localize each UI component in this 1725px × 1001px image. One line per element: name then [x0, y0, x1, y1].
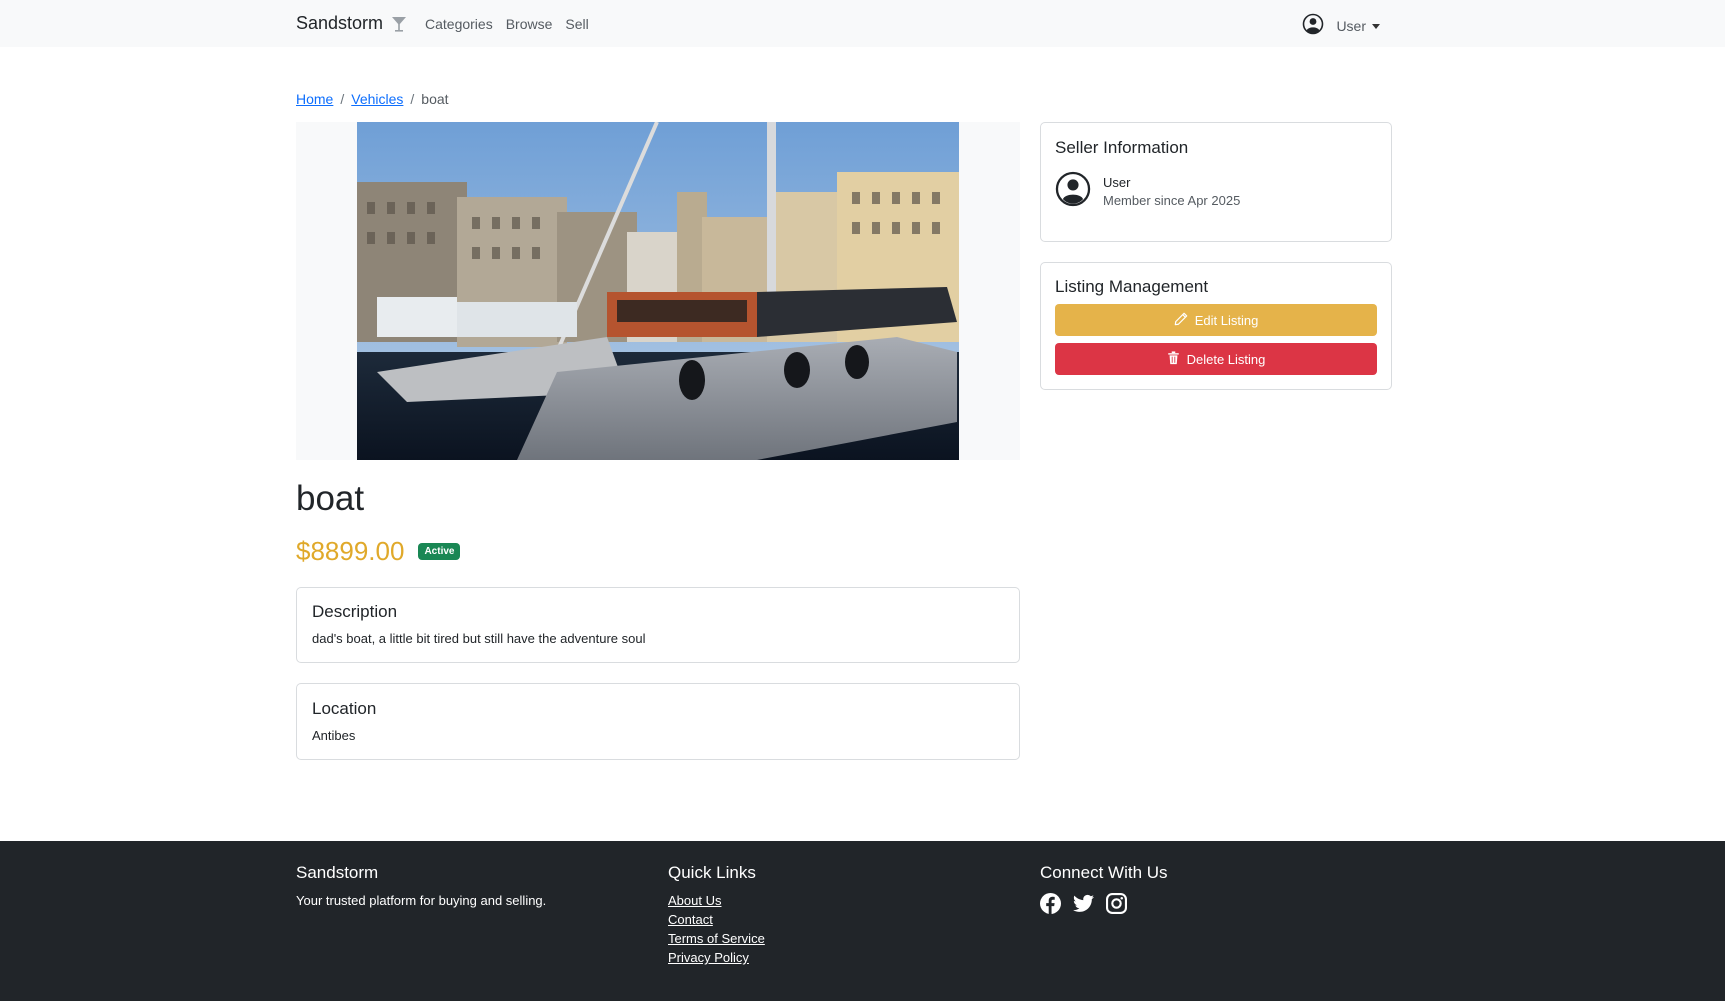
- location-text: Antibes: [312, 728, 356, 743]
- user-circle-icon: [1302, 13, 1324, 38]
- edit-listing-button[interactable]: Edit Listing: [1055, 304, 1377, 336]
- nav-links: Categories Browse Sell: [425, 16, 589, 32]
- footer-connect: Connect With Us: [1040, 863, 1168, 914]
- nav-sell[interactable]: Sell: [565, 16, 588, 32]
- breadcrumb-home[interactable]: Home: [296, 91, 333, 107]
- twitter-icon[interactable]: [1073, 893, 1094, 914]
- chevron-down-icon: [1372, 24, 1380, 30]
- user-dropdown[interactable]: User: [1302, 13, 1380, 38]
- martini-glass-icon: [390, 15, 408, 33]
- location-card: Location Antibes: [296, 683, 1020, 760]
- seller-card: Seller Information User Member since Apr…: [1040, 122, 1392, 242]
- breadcrumb-separator: /: [340, 91, 345, 107]
- connect-heading: Connect With Us: [1040, 863, 1168, 882]
- facebook-icon[interactable]: [1040, 893, 1061, 914]
- user-circle-icon: [1055, 171, 1091, 212]
- status-badge: Active: [418, 543, 461, 560]
- footer-link-about[interactable]: About Us: [668, 893, 765, 908]
- nav-browse[interactable]: Browse: [506, 16, 553, 32]
- nav-categories[interactable]: Categories: [425, 16, 493, 32]
- description-text: dad's boat, a little bit tired but still…: [312, 631, 646, 646]
- footer-tagline: Your trusted platform for buying and sel…: [296, 893, 547, 908]
- management-heading: Listing Management: [1055, 277, 1209, 296]
- seller-heading: Seller Information: [1055, 138, 1189, 157]
- seller-info: User Member since Apr 2025: [1055, 171, 1377, 212]
- breadcrumb-current: boat: [421, 91, 449, 107]
- navbar: Sandstorm Categories Browse Sell User: [0, 0, 1725, 47]
- footer-link-contact[interactable]: Contact: [668, 912, 765, 927]
- seller-name: User: [1103, 175, 1131, 190]
- footer-about: Sandstorm Your trusted platform for buyi…: [296, 863, 546, 908]
- delete-listing-button[interactable]: Delete Listing: [1055, 343, 1377, 375]
- footer: Sandstorm Your trusted platform for buyi…: [0, 841, 1725, 1001]
- edit-listing-label: Edit Listing: [1194, 312, 1259, 328]
- seller-member-since: Member since Apr 2025: [1103, 193, 1241, 208]
- location-heading: Location: [312, 699, 377, 718]
- listing-price: $8899.00: [296, 536, 405, 566]
- price-row: $8899.00 Active: [296, 536, 461, 567]
- brand-name: Sandstorm: [296, 13, 384, 33]
- footer-quick-links: Quick Links About Us Contact Terms of Se…: [668, 863, 765, 965]
- footer-link-terms[interactable]: Terms of Service: [668, 931, 765, 946]
- breadcrumb-category[interactable]: Vehicles: [351, 91, 403, 107]
- delete-listing-label: Delete Listing: [1186, 351, 1266, 367]
- instagram-icon[interactable]: [1106, 893, 1127, 914]
- breadcrumb-separator: /: [410, 91, 415, 107]
- description-heading: Description: [312, 602, 398, 621]
- pencil-icon: [1174, 312, 1188, 329]
- brand-link[interactable]: Sandstorm: [296, 13, 408, 34]
- listing-management-card: Listing Management Edit Listing Delete L…: [1040, 262, 1392, 390]
- description-card: Description dad's boat, a little bit tir…: [296, 587, 1020, 663]
- footer-brand: Sandstorm: [296, 863, 379, 882]
- trash-icon: [1167, 350, 1180, 368]
- breadcrumb: Home / Vehicles / boat: [296, 91, 449, 107]
- listing-image-container: [296, 122, 1020, 460]
- listing-title: boat: [296, 479, 365, 518]
- listing-photo[interactable]: [357, 122, 959, 460]
- user-label: User: [1336, 17, 1366, 34]
- quick-links-heading: Quick Links: [668, 863, 756, 882]
- footer-link-privacy[interactable]: Privacy Policy: [668, 950, 765, 965]
